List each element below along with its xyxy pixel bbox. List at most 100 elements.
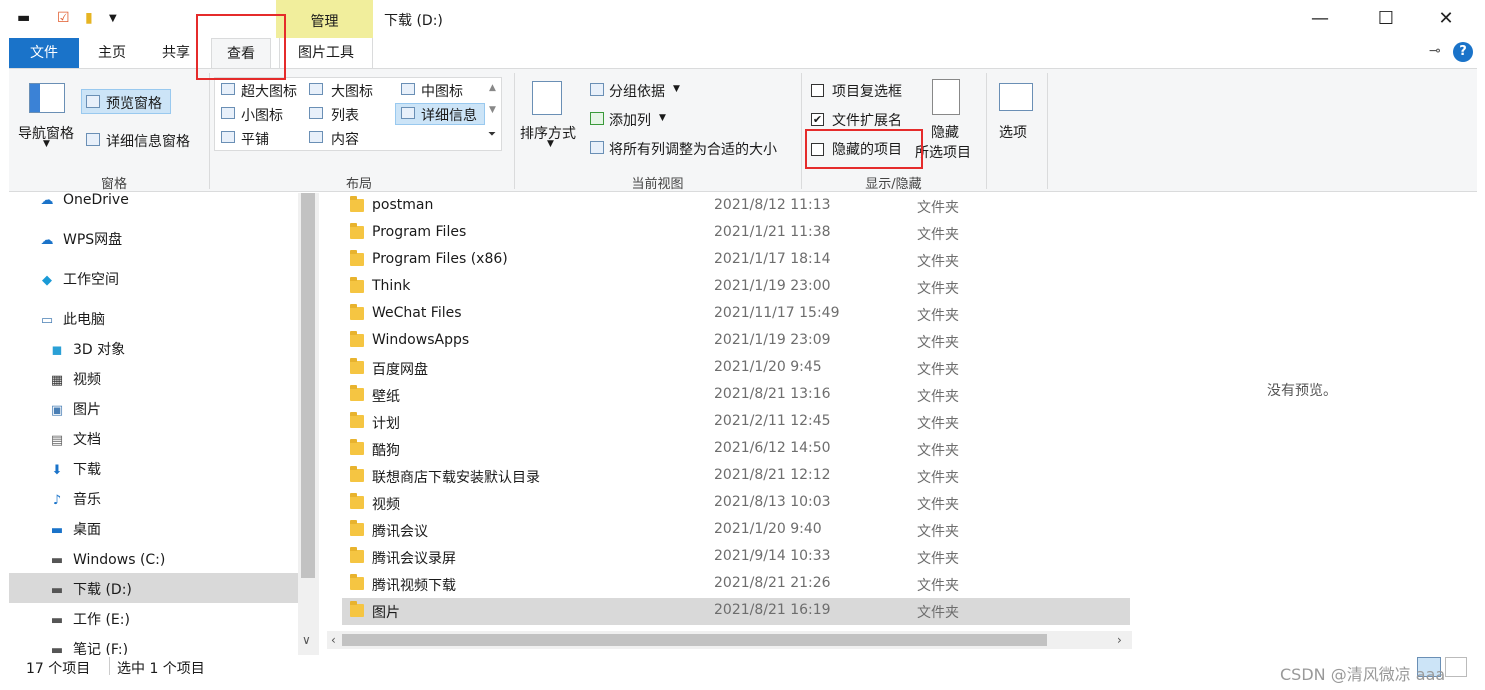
nav-item-drive-c[interactable]: ▬ Windows (C:) xyxy=(49,545,166,575)
nav-item-documents[interactable]: ▤ 文档 xyxy=(49,425,101,455)
file-row[interactable]: 图片 2021/8/21 16:19 文件夹 xyxy=(342,598,1130,625)
file-row[interactable]: 腾讯会议录屏 2021/9/14 10:33 文件夹 xyxy=(342,544,1130,571)
file-name: 计划 xyxy=(372,416,400,432)
options-button[interactable]: 选项 xyxy=(999,122,1027,142)
nav-item-drive-e[interactable]: ▬ 工作 (E:) xyxy=(49,605,130,635)
file-row[interactable]: WeChat Files 2021/11/17 15:49 文件夹 xyxy=(342,301,1130,328)
file-date: 2021/2/11 12:45 xyxy=(714,413,831,429)
gallery-expand-icon[interactable]: ⏷ xyxy=(488,129,496,140)
file-name: Program Files xyxy=(372,224,467,240)
file-row[interactable]: 百度网盘 2021/1/20 9:45 文件夹 xyxy=(342,355,1130,382)
layout-medium[interactable]: 中图标 xyxy=(421,81,463,101)
chevron-down-icon[interactable]: ▼ xyxy=(659,113,666,123)
nav-item-this-pc[interactable]: ▭ 此电脑 xyxy=(39,305,105,335)
file-date: 2021/1/19 23:00 xyxy=(714,278,831,294)
download-icon: ⬇ xyxy=(51,463,63,478)
preview-pane-button[interactable]: 预览窗格 xyxy=(106,93,162,113)
help-icon[interactable]: ? xyxy=(1453,42,1473,62)
list-icon xyxy=(309,107,323,119)
gallery-down-icon[interactable]: ▼ xyxy=(489,105,496,115)
options-icon[interactable] xyxy=(999,83,1033,111)
folder-icon xyxy=(350,547,364,563)
folder-icon xyxy=(350,520,364,536)
horizontal-scrollbar[interactable]: ‹ › xyxy=(327,631,1132,649)
hide-selected-icon[interactable] xyxy=(932,79,960,115)
tab-file[interactable]: 文件 xyxy=(9,38,79,68)
properties-icon[interactable]: ☑ xyxy=(57,10,70,26)
chevron-down-icon[interactable]: ▼ xyxy=(43,139,50,149)
drive-icon[interactable]: ▬ xyxy=(17,10,30,26)
file-date: 2021/1/20 9:40 xyxy=(714,521,822,537)
nav-item-drive-d[interactable]: ▬ 下载 (D:) xyxy=(49,575,132,605)
desktop-icon: ▬ xyxy=(50,523,64,538)
preview-pane xyxy=(1132,193,1477,655)
file-type: 文件夹 xyxy=(917,470,959,486)
file-row[interactable]: 计划 2021/2/11 12:45 文件夹 xyxy=(342,409,1130,436)
medium-icons-icon xyxy=(401,83,415,95)
scroll-right-icon[interactable]: › xyxy=(1117,633,1122,647)
tab-share[interactable]: 共享 xyxy=(151,38,201,68)
nav-item-pictures[interactable]: ▣ 图片 xyxy=(49,395,101,425)
nav-item-videos[interactable]: ▦ 视频 xyxy=(49,365,101,395)
file-row[interactable]: Think 2021/1/19 23:00 文件夹 xyxy=(342,274,1130,301)
file-row[interactable]: Program Files 2021/1/21 11:38 文件夹 xyxy=(342,220,1130,247)
file-name: 腾讯会议录屏 xyxy=(372,551,456,567)
file-row[interactable]: Program Files (x86) 2021/1/17 18:14 文件夹 xyxy=(342,247,1130,274)
details-pane-button[interactable]: 详细信息窗格 xyxy=(106,131,190,151)
file-row[interactable]: 壁纸 2021/8/21 13:16 文件夹 xyxy=(342,382,1130,409)
nav-item-desktop[interactable]: ▬ 桌面 xyxy=(49,515,101,545)
add-columns-button[interactable]: 添加列 xyxy=(609,110,651,130)
nav-item-3d[interactable]: ◼ 3D 对象 xyxy=(49,335,126,365)
layout-details[interactable]: 详细信息 xyxy=(421,105,477,125)
large-icons-view-toggle[interactable] xyxy=(1445,657,1467,677)
maximize-button[interactable]: ☐ xyxy=(1363,4,1409,34)
annotation-hidden-items xyxy=(805,129,923,169)
layout-small[interactable]: 小图标 xyxy=(241,105,283,125)
sort-by-icon[interactable] xyxy=(532,81,562,115)
file-row[interactable]: 腾讯视频下载 2021/8/21 21:26 文件夹 xyxy=(342,571,1130,598)
layout-large[interactable]: 大图标 xyxy=(331,81,373,101)
file-row[interactable]: 腾讯会议 2021/1/20 9:40 文件夹 xyxy=(342,517,1130,544)
chevron-down-icon[interactable]: ▼ xyxy=(673,84,680,94)
customize-dropdown-icon[interactable]: ▼ xyxy=(109,13,117,24)
nav-item-music[interactable]: ♪ 音乐 xyxy=(49,485,101,515)
hide-selected-button-line2[interactable]: 所选项目 xyxy=(915,142,971,162)
file-row[interactable]: 酷狗 2021/6/12 14:50 文件夹 xyxy=(342,436,1130,463)
close-button[interactable]: ✕ xyxy=(1423,4,1469,34)
nav-item-workspace[interactable]: ◆ 工作空间 xyxy=(39,265,119,295)
layout-content[interactable]: 内容 xyxy=(331,129,359,149)
manage-tab[interactable]: 管理 xyxy=(276,11,373,31)
chevron-down-icon[interactable]: ▼ xyxy=(547,139,554,149)
nav-item-drive-f[interactable]: ▬ 笔记 (F:) xyxy=(49,635,128,655)
gallery-up-icon[interactable]: ▲ xyxy=(489,83,496,93)
scroll-down-icon[interactable]: ∨ xyxy=(302,633,311,647)
nav-item-onedrive[interactable]: ☁ OneDrive xyxy=(39,193,129,215)
file-extensions-checkbox[interactable]: ✔ xyxy=(811,113,824,126)
nav-scrollbar[interactable]: ∨ xyxy=(298,193,319,655)
layout-extra-large[interactable]: 超大图标 xyxy=(241,81,297,101)
tab-home[interactable]: 主页 xyxy=(87,38,137,68)
pin-icon[interactable]: ⊸ xyxy=(1429,43,1441,59)
layout-tiles[interactable]: 平铺 xyxy=(241,129,269,149)
minimize-button[interactable]: — xyxy=(1297,4,1343,34)
nav-item-wps[interactable]: ☁ WPS网盘 xyxy=(39,225,123,255)
new-folder-icon[interactable]: ▮ xyxy=(85,10,93,26)
item-checkboxes-checkbox[interactable] xyxy=(811,84,824,97)
layout-list[interactable]: 列表 xyxy=(331,105,359,125)
file-row[interactable]: WindowsApps 2021/1/19 23:09 文件夹 xyxy=(342,328,1130,355)
nav-pane-icon[interactable] xyxy=(29,83,65,113)
file-row[interactable]: 联想商店下载安装默认目录 2021/8/21 12:12 文件夹 xyxy=(342,463,1130,490)
file-row[interactable]: postman 2021/8/12 11:13 文件夹 xyxy=(342,193,1130,220)
folder-icon xyxy=(350,466,364,482)
scroll-left-icon[interactable]: ‹ xyxy=(331,633,336,647)
music-icon: ♪ xyxy=(52,493,62,508)
hide-selected-button[interactable]: 隐藏 xyxy=(931,122,959,142)
size-all-columns-button[interactable]: 将所有列调整为合适的大小 xyxy=(609,139,777,159)
group-by-button[interactable]: 分组依据 xyxy=(609,81,665,101)
file-name: Program Files (x86) xyxy=(372,251,508,267)
file-row[interactable]: 视频 2021/8/13 10:03 文件夹 xyxy=(342,490,1130,517)
tab-picture-tools[interactable]: 图片工具 xyxy=(279,38,373,68)
nav-scrollbar-thumb[interactable] xyxy=(301,193,315,578)
horizontal-scrollbar-thumb[interactable] xyxy=(342,634,1047,646)
nav-item-downloads[interactable]: ⬇ 下载 xyxy=(49,455,101,485)
